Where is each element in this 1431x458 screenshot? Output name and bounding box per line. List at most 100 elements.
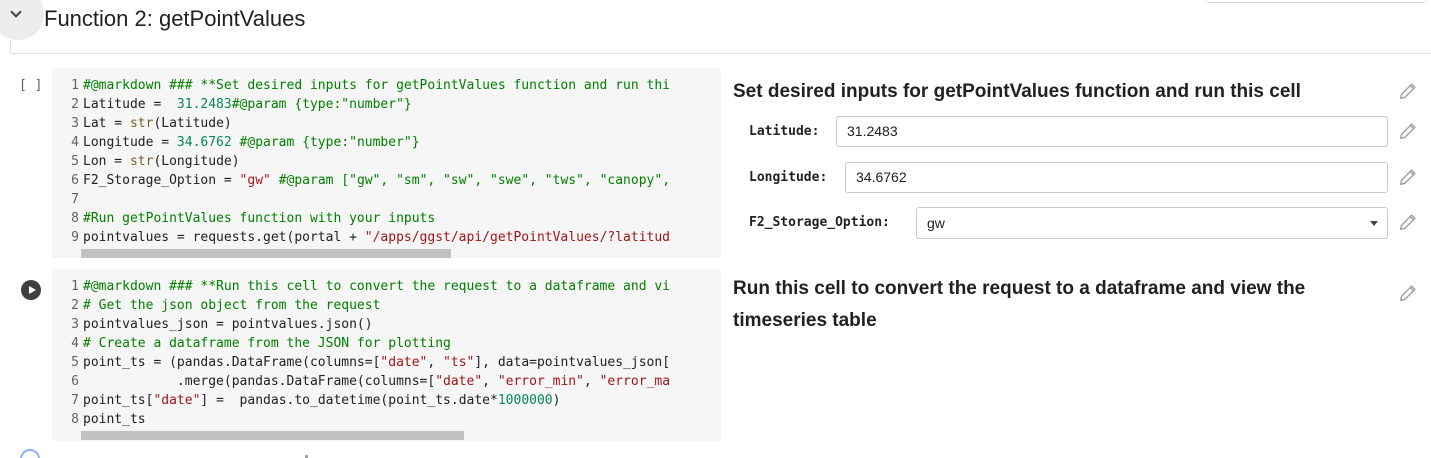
code-token: point_ts[: [83, 393, 154, 408]
code-token: point_ts: [83, 412, 146, 427]
code-token: #@param ["gw", "sm", "sw", "swe", "tws",…: [270, 173, 671, 188]
storage-option-select[interactable]: gw: [916, 207, 1388, 239]
play-icon[interactable]: [21, 280, 41, 300]
code-editor-2[interactable]: 1 #@markdown ### **Run this cell to conve…: [52, 269, 721, 441]
code-token: Longitude =: [83, 135, 177, 150]
code-line[interactable]: 8 #Run getPointValues function with your …: [52, 209, 670, 228]
code-line[interactable]: 6 .merge(pandas.DataFrame(columns=["date…: [52, 372, 670, 391]
code-line[interactable]: 9 pointvalues = requests.get(portal + "/a…: [52, 228, 670, 247]
code-line[interactable]: 6 F2_Storage_Option = "gw" #@param ["gw",…: [52, 171, 670, 190]
line-number: 2: [71, 97, 79, 112]
cell-2-gutter: [10, 269, 52, 441]
code-token: ,: [583, 374, 600, 389]
code-token: "date": [435, 374, 483, 389]
code-token: point_ts = (pandas.DataFrame(columns=[: [83, 355, 381, 370]
line-number: 7: [71, 192, 79, 207]
code-token: (Latitude): [153, 116, 232, 131]
longitude-row: Longitude: 34.6762: [749, 162, 1409, 194]
form-title-2: Run this cell to convert the request to …: [733, 278, 1306, 331]
code-editor-1[interactable]: 1 #@markdown ### **Set desired inputs for…: [52, 68, 721, 258]
code-line[interactable]: 3 pointvalues_json = pointvalues.json(): [52, 315, 670, 334]
storage-option-label: F2_Storage_Option:: [749, 215, 890, 230]
line-number: 7: [71, 393, 79, 408]
code-token: "date": [153, 393, 201, 408]
code-line[interactable]: 1 #@markdown ### **Run this cell to conve…: [52, 277, 670, 296]
line-number: 5: [71, 154, 79, 169]
code-token: "error_min": [497, 374, 584, 389]
latitude-input[interactable]: 31.2483: [836, 116, 1388, 147]
line-number: 8: [71, 412, 79, 427]
longitude-label: Longitude:: [749, 170, 828, 185]
code-token: 34.6762: [176, 135, 232, 150]
code-token: #@param {type:"number"}: [231, 97, 412, 112]
code-token: #Run getPointValues function with your i…: [83, 211, 436, 226]
code-token: str: [129, 116, 154, 131]
chevron-down-icon[interactable]: [10, 6, 22, 18]
longitude-input[interactable]: 34.6762: [845, 162, 1388, 193]
line-number: 9: [71, 230, 79, 245]
pencil-icon[interactable]: [1397, 80, 1419, 102]
pencil-icon[interactable]: [1397, 166, 1419, 188]
code-token: F2_Storage_Option =: [83, 173, 240, 188]
next-cell-status-icon[interactable]: [20, 449, 40, 458]
code-token: #@markdown ### **Run this cell to conver…: [83, 279, 670, 294]
collapse-toggle[interactable]: [0, 0, 44, 40]
section-title: Function 2: getPointValues: [44, 6, 306, 31]
line-number: 8: [71, 211, 79, 226]
code-line[interactable]: 4 Longitude = 34.6762 #@param {type:"numb…: [52, 133, 670, 152]
line-number: 6: [71, 374, 79, 389]
pencil-icon[interactable]: [1397, 282, 1419, 304]
code-line[interactable]: 3 Lat = str(Latitude): [52, 114, 670, 133]
code-token: "ts": [443, 355, 475, 370]
code-token: "/apps/ggst/api/getPointValues/?latitud: [364, 230, 671, 245]
line-number: 4: [71, 336, 79, 351]
code-line[interactable]: 4 # Create a dataframe from the JSON for …: [52, 334, 670, 353]
code-line[interactable]: 5 point_ts = (pandas.DataFrame(columns=["…: [52, 353, 670, 372]
code-token: ,: [482, 374, 498, 389]
code-cell-1: [ ] 1 #@markdown ### **Set desired inputs…: [10, 68, 1431, 258]
line-number: 3: [71, 317, 79, 332]
code-line[interactable]: 2 Latitude = 31.2483#@param {type:"number…: [52, 95, 670, 114]
dropdown-arrow-icon[interactable]: [1370, 221, 1378, 226]
line-number: 3: [71, 116, 79, 131]
code-token: 1000000: [497, 393, 553, 408]
latitude-row: Latitude: 31.2483: [749, 116, 1409, 148]
horizontal-scrollbar-2[interactable]: [81, 431, 464, 440]
line-number: 5: [71, 355, 79, 370]
code-token: 31.2483: [176, 97, 232, 112]
code-token: ], data=pointvalues_json[: [474, 355, 671, 370]
line-number: 1: [71, 279, 79, 294]
horizontal-scrollbar-1[interactable]: [81, 249, 451, 258]
form-pane-1: Set desired inputs for getPointValues fu…: [733, 68, 1431, 258]
latitude-label: Latitude:: [749, 124, 820, 139]
code-line[interactable]: 7 point_ts["date"] = pandas.to_datetime(p…: [52, 391, 670, 410]
code-token: pointvalues = requests.get(portal +: [83, 230, 365, 245]
storage-option-row: F2_Storage_Option: gw: [749, 207, 1409, 239]
form-title-1: Set desired inputs for getPointValues fu…: [733, 81, 1301, 102]
execution-status[interactable]: [ ]: [19, 78, 42, 93]
code-line[interactable]: 2 # Get the json object from the request: [52, 296, 670, 315]
code-line[interactable]: 7: [52, 190, 670, 209]
code-line[interactable]: 5 Lon = str(Longitude): [52, 152, 670, 171]
code-lines-1: 1 #@markdown ### **Set desired inputs for…: [52, 76, 670, 247]
code-token: "error_ma: [599, 374, 671, 389]
line-number: 6: [71, 173, 79, 188]
pencil-icon[interactable]: [1397, 211, 1419, 233]
section-divider: [10, 53, 1431, 54]
code-token: ,: [427, 355, 444, 370]
code-cell-2: 1 #@markdown ### **Run this cell to conve…: [10, 269, 1431, 441]
code-token: # Create a dataframe from the JSON for p…: [83, 336, 451, 351]
code-token: (Longitude): [153, 154, 240, 169]
pencil-icon[interactable]: [1397, 120, 1419, 142]
section-divider-vertical: [10, 40, 11, 54]
line-number: 2: [71, 298, 79, 313]
code-token: "date": [380, 355, 428, 370]
code-token: Latitude =: [83, 97, 177, 112]
code-line[interactable]: 8 point_ts: [52, 410, 670, 429]
line-number: 1: [71, 78, 79, 93]
code-token: # Get the json object from the request: [83, 298, 381, 313]
code-token: pointvalues_json = pointvalues.json(): [83, 317, 373, 332]
code-token: ): [552, 393, 561, 408]
code-token: str: [129, 154, 154, 169]
code-line[interactable]: 1 #@markdown ### **Set desired inputs for…: [52, 76, 670, 95]
